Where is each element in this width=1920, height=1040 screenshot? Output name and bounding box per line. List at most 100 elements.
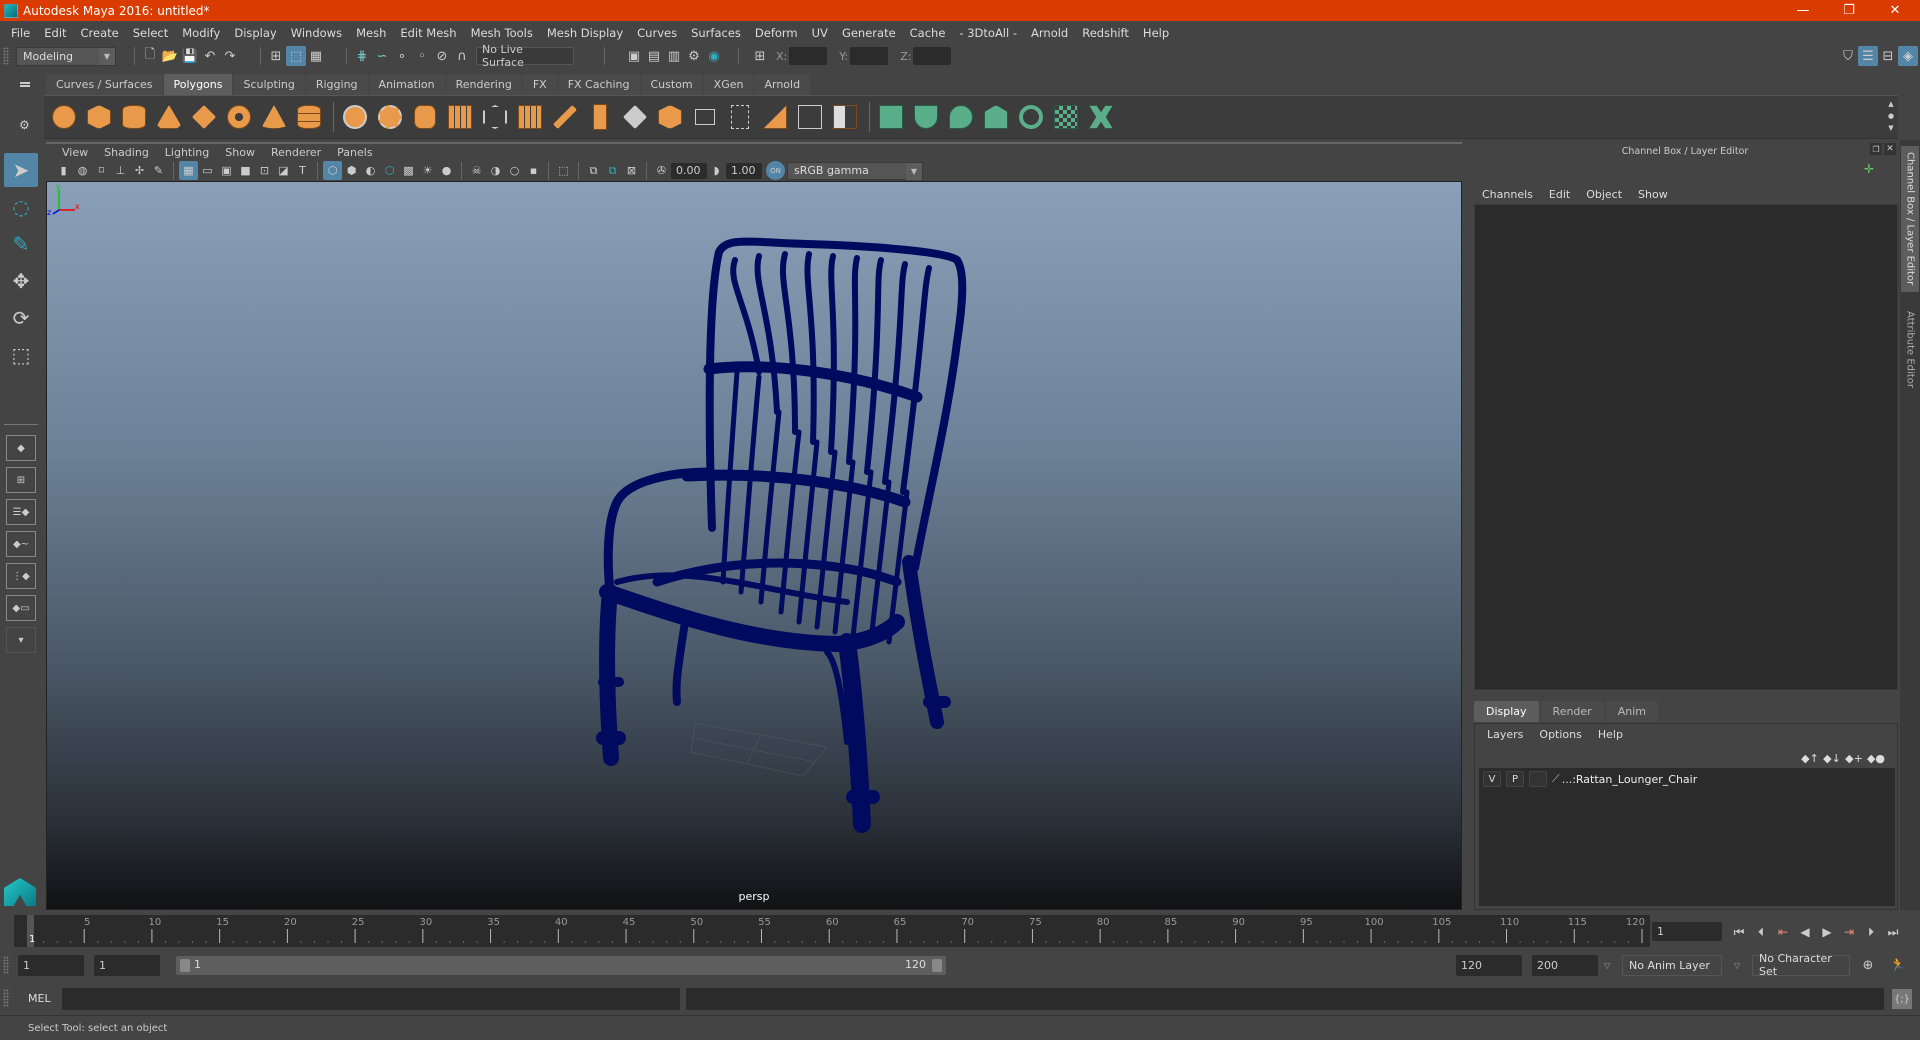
grip-handle[interactable] bbox=[3, 989, 9, 1007]
poly-torus-icon[interactable] bbox=[223, 101, 255, 133]
render-settings-icon[interactable]: ⚙ bbox=[684, 46, 704, 66]
go-to-start-icon[interactable]: ⏮ bbox=[1728, 925, 1750, 940]
isolate-select-icon[interactable]: ⬚ bbox=[554, 161, 573, 180]
x-field[interactable] bbox=[789, 47, 828, 65]
cb-menu-object[interactable]: Object bbox=[1578, 188, 1630, 201]
wireframe-on-shaded-icon[interactable]: ⬡ bbox=[380, 161, 399, 180]
extrude-icon[interactable] bbox=[584, 101, 616, 133]
poly-pyramid-icon[interactable] bbox=[258, 101, 290, 133]
menu-mesh-tools[interactable]: Mesh Tools bbox=[464, 26, 540, 40]
new-layer-from-selection-icon[interactable]: ◆● bbox=[1865, 752, 1887, 765]
menu-create[interactable]: Create bbox=[74, 26, 126, 40]
side-tab-attribute-editor[interactable]: Attribute Editor bbox=[1901, 296, 1919, 402]
move-layer-up-icon[interactable]: ◆↑ bbox=[1799, 752, 1821, 765]
shelf-scroll-arrows[interactable]: ▲ ● ▼ bbox=[1886, 98, 1896, 136]
make-live-icon[interactable]: ∩ bbox=[452, 46, 472, 66]
menu-select[interactable]: Select bbox=[126, 26, 175, 40]
merge-icon[interactable] bbox=[759, 101, 791, 133]
manipulator-axis-icon[interactable]: ✛ bbox=[1864, 162, 1874, 176]
menu-generate[interactable]: Generate bbox=[835, 26, 903, 40]
shelf-tab-arnold[interactable]: Arnold bbox=[754, 74, 811, 95]
menu-mesh-display[interactable]: Mesh Display bbox=[540, 26, 630, 40]
step-back-frame-icon[interactable]: ⏴ bbox=[1750, 925, 1772, 940]
lasso-tool-icon[interactable]: ◌ bbox=[4, 190, 38, 224]
automatic-uv-icon[interactable] bbox=[980, 101, 1012, 133]
modeling-toolkit-icon[interactable]: ⛉ bbox=[1838, 46, 1858, 66]
poly-cylinder-icon[interactable] bbox=[118, 101, 150, 133]
channel-box-area[interactable] bbox=[1474, 204, 1898, 690]
play-forwards-icon[interactable]: ▶ bbox=[1816, 925, 1838, 939]
cb-menu-edit[interactable]: Edit bbox=[1541, 188, 1578, 201]
menu-edit[interactable]: Edit bbox=[37, 26, 73, 40]
shelf-tab-animation[interactable]: Animation bbox=[368, 74, 445, 95]
menu-windows[interactable]: Windows bbox=[284, 26, 349, 40]
smooth-shading-icon[interactable]: ⬢ bbox=[342, 161, 361, 180]
subdivide-icon[interactable] bbox=[514, 101, 546, 133]
layer-menu-options[interactable]: Options bbox=[1531, 728, 1589, 741]
layout-persp-graph-outliner-icon[interactable]: ◆▭ bbox=[6, 595, 36, 621]
mirror-icon[interactable] bbox=[409, 101, 441, 133]
cut-sew-uv-icon[interactable] bbox=[1085, 101, 1117, 133]
planar-uv-icon[interactable] bbox=[875, 101, 907, 133]
save-scene-icon[interactable]: 💾 bbox=[180, 46, 200, 66]
camera-select-icon[interactable]: ◍ bbox=[73, 161, 92, 180]
menu-redshift[interactable]: Redshift bbox=[1075, 26, 1136, 40]
step-forward-frame-icon[interactable]: ⏵ bbox=[1860, 925, 1882, 940]
character-set-dropdown[interactable]: No Character Set bbox=[1752, 952, 1850, 978]
grease-pencil-icon[interactable]: ✎ bbox=[149, 161, 168, 180]
2d-pan-zoom-icon[interactable]: ✢ bbox=[130, 161, 149, 180]
render-current-frame-icon[interactable]: ▤ bbox=[644, 46, 664, 66]
poly-cone-icon[interactable] bbox=[153, 101, 185, 133]
gamma-field[interactable]: 1.00 bbox=[726, 162, 762, 179]
z-field[interactable] bbox=[913, 47, 952, 65]
panel-menu-panels[interactable]: Panels bbox=[329, 146, 380, 159]
menu-file[interactable]: File bbox=[4, 26, 37, 40]
layout-persp-graph-icon[interactable]: ◆~ bbox=[6, 531, 36, 557]
snap-live-icon[interactable]: ⊘ bbox=[432, 46, 452, 66]
new-layer-icon[interactable]: ◆+ bbox=[1843, 752, 1865, 765]
shelf-menu-icon[interactable] bbox=[20, 82, 30, 84]
shelf-tab-fx[interactable]: FX bbox=[522, 74, 557, 95]
snap-point-icon[interactable]: ∘ bbox=[392, 46, 412, 66]
undo-icon[interactable]: ↶ bbox=[200, 46, 220, 66]
grip-handle[interactable] bbox=[3, 47, 9, 65]
xray-icon[interactable]: ⧉ bbox=[584, 161, 603, 180]
shadows-icon[interactable]: ● bbox=[437, 161, 456, 180]
layer-display-type-toggle[interactable] bbox=[1529, 771, 1547, 787]
panel-menu-shading[interactable]: Shading bbox=[96, 146, 157, 159]
gamma-icon[interactable]: ◗ bbox=[707, 161, 726, 180]
snap-grid-icon[interactable]: ⋕ bbox=[352, 46, 372, 66]
grid-toggle-icon[interactable]: ▦ bbox=[179, 161, 198, 180]
color-space-dropdown[interactable]: sRGB gamma ▼ bbox=[787, 161, 923, 180]
screen-space-ao-icon[interactable]: ☠ bbox=[467, 161, 486, 180]
redo-icon[interactable]: ↷ bbox=[220, 46, 240, 66]
go-to-end-icon[interactable]: ⏭ bbox=[1882, 925, 1904, 940]
script-editor-icon[interactable]: {;} bbox=[1892, 989, 1912, 1009]
grip-handle[interactable] bbox=[3, 956, 9, 974]
layout-single-perspective-icon[interactable]: ◆ bbox=[6, 435, 36, 461]
poly-pipe-icon[interactable] bbox=[293, 101, 325, 133]
current-frame-field[interactable]: 1 bbox=[1652, 922, 1722, 941]
tool-settings-toggle-icon[interactable]: ⊟ bbox=[1878, 46, 1898, 66]
textured-icon[interactable]: ▩ bbox=[399, 161, 418, 180]
layer-color-icon[interactable]: ⟋ bbox=[1552, 772, 1560, 786]
shelf-tab-fx-caching[interactable]: FX Caching bbox=[557, 74, 640, 95]
side-tab-channel-box[interactable]: Channel Box / Layer Editor bbox=[1901, 146, 1919, 292]
shelf-tab-xgen[interactable]: XGen bbox=[703, 74, 754, 95]
camera-attributes-icon[interactable]: ▮ bbox=[54, 161, 73, 180]
target-weld-icon[interactable] bbox=[794, 101, 826, 133]
float-panel-icon[interactable]: ❐ bbox=[1870, 143, 1882, 155]
shelf-tab-polygons[interactable]: Polygons bbox=[163, 74, 233, 95]
new-scene-icon[interactable]: 🗋 bbox=[140, 46, 160, 66]
ipr-render-icon[interactable]: ▥ bbox=[664, 46, 684, 66]
live-surface-field[interactable]: No Live Surface bbox=[476, 43, 574, 69]
shelf-tab-curves-surfaces[interactable]: Curves / Surfaces bbox=[46, 74, 163, 95]
channel-box-toggle-icon[interactable]: ◈ bbox=[1898, 46, 1918, 66]
y-field[interactable] bbox=[850, 47, 889, 65]
motion-blur-icon[interactable]: ◑ bbox=[486, 161, 505, 180]
menu-cache[interactable]: Cache bbox=[903, 26, 953, 40]
chevron-down-icon[interactable]: ▽ bbox=[1604, 961, 1610, 970]
layer-tab-render[interactable]: Render bbox=[1540, 701, 1604, 722]
time-slider[interactable]: 15 10 15 20 25 30 35 40 45 50 55 60 65 70 75 80 85 90 95 10… bbox=[14, 915, 1650, 947]
image-plane-icon[interactable]: ⊥ bbox=[111, 161, 130, 180]
